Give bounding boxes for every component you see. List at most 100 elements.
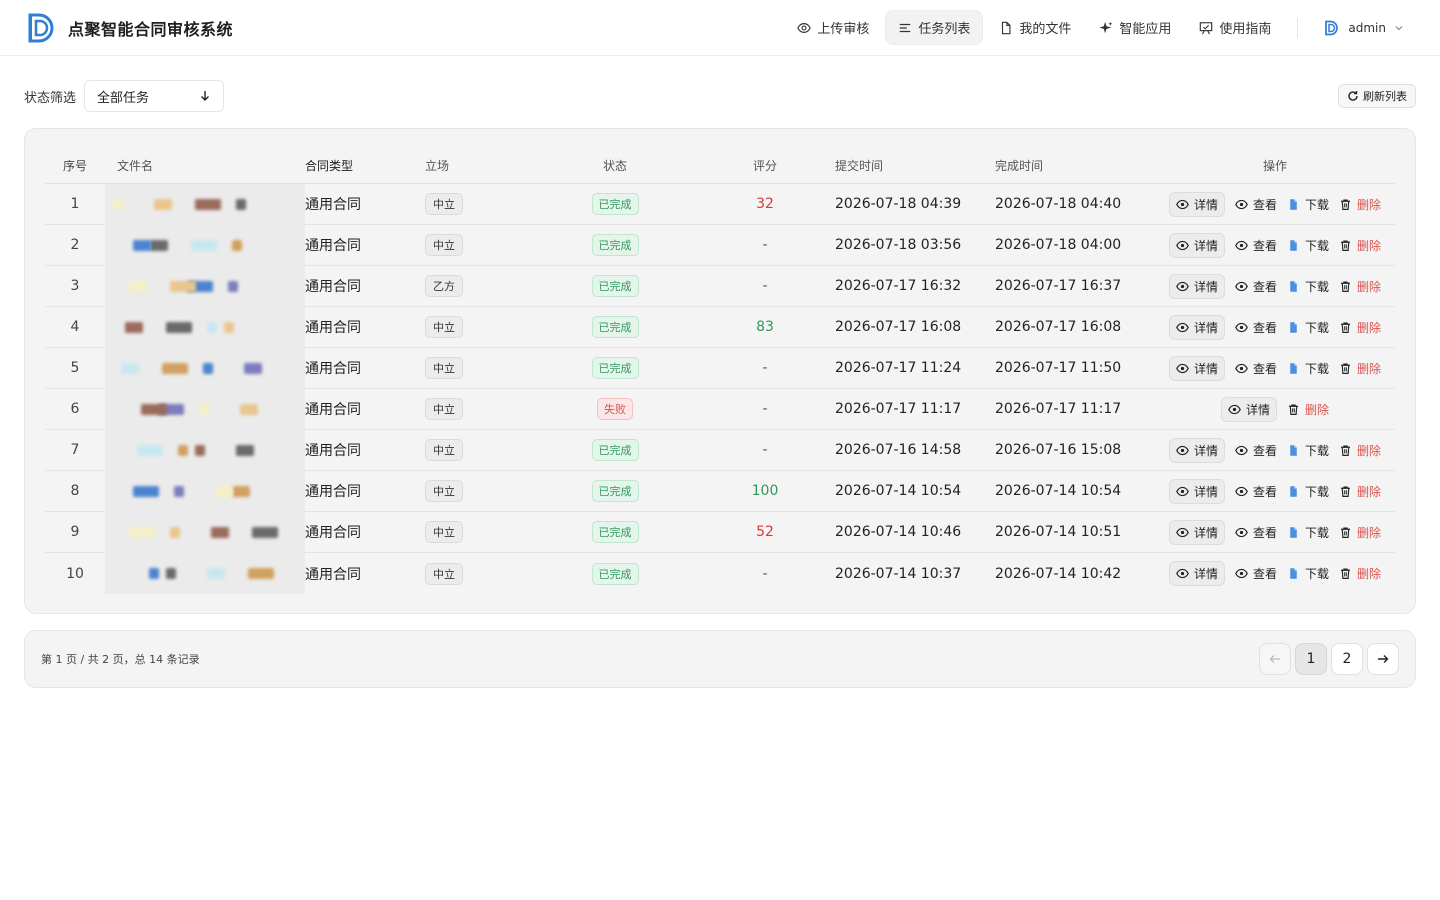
nav-user-guide[interactable]: 使用指南 — [1187, 11, 1283, 44]
position-badge: 中立 — [425, 439, 463, 461]
document-icon — [1290, 568, 1297, 579]
delete-button[interactable]: 删除 — [1339, 442, 1381, 459]
trash-icon — [1341, 239, 1350, 251]
view-button[interactable]: 查看 — [1235, 524, 1277, 541]
nav-my-files[interactable]: 我的文件 — [987, 11, 1083, 44]
nav-task-list[interactable]: 任务列表 — [885, 10, 984, 45]
refresh-list-button[interactable]: 刷新列表 — [1338, 84, 1416, 108]
view-button[interactable]: 查看 — [1235, 319, 1277, 336]
row-no: 5 — [70, 360, 80, 376]
download-button[interactable]: 下载 — [1287, 237, 1329, 254]
delete-button[interactable]: 删除 — [1339, 278, 1381, 295]
user-menu[interactable]: admin — [1312, 20, 1416, 36]
delete-label: 删除 — [1357, 443, 1382, 458]
document-icon — [1290, 485, 1297, 497]
file-name-redacted[interactable] — [105, 553, 305, 594]
table-row[interactable]: 5 通用合同 中立 已完成 - 2026-07-17 11:24 2026-07-17 11… — [45, 347, 1395, 389]
download-button[interactable]: 下载 — [1287, 360, 1329, 377]
detail-button[interactable]: 详情 — [1168, 437, 1225, 463]
file-name-redacted[interactable] — [105, 183, 305, 225]
row-no: 9 — [70, 524, 80, 540]
file-name-redacted[interactable] — [105, 265, 305, 307]
table-row[interactable]: 1 通用合同 中立 已完成 32 2026-07-18 04:39 2026-07-18 0… — [45, 183, 1395, 225]
position-badge: 中立 — [425, 398, 463, 420]
trash-icon — [1289, 403, 1298, 415]
table-row[interactable]: 9 通用合同 中立 已完成 52 2026-07-14 10:46 2026-07-14 1… — [45, 511, 1395, 553]
file-name-redacted[interactable] — [105, 470, 305, 512]
view-button[interactable]: 查看 — [1235, 278, 1277, 295]
eye-icon — [1235, 199, 1248, 209]
file-name-redacted[interactable] — [105, 224, 305, 266]
download-button[interactable]: 下载 — [1287, 278, 1329, 295]
detail-button[interactable]: 详情 — [1168, 314, 1225, 340]
status-filter-select[interactable]: 全部任务 — [84, 80, 225, 112]
table-row[interactable]: 7 通用合同 中立 已完成 - 2026-07-16 14:58 2026-07-16 15… — [45, 429, 1395, 471]
submit-time: 2026-07-14 10:54 — [835, 483, 962, 499]
header-status: 状态 — [602, 158, 627, 173]
file-name-redacted[interactable] — [105, 388, 305, 430]
nav-upload-review[interactable]: 上传审核 — [785, 11, 881, 44]
download-button[interactable]: 下载 — [1287, 442, 1329, 459]
download-button[interactable]: 下载 — [1287, 483, 1329, 500]
redacted-block — [133, 239, 151, 251]
view-button[interactable]: 查看 — [1235, 360, 1277, 377]
download-button[interactable]: 下载 — [1287, 319, 1329, 336]
table-row[interactable]: 8 通用合同 中立 已完成 100 2026-07-14 10:54 2026-07-14 … — [45, 470, 1395, 512]
detail-button[interactable]: 详情 — [1220, 396, 1277, 422]
detail-button[interactable]: 详情 — [1168, 478, 1225, 504]
table-row[interactable]: 2 通用合同 中立 已完成 - 2026-07-18 03:56 2026-07-18 04… — [45, 224, 1395, 266]
eye-icon — [1176, 445, 1189, 455]
row-actions: 详情 查看 下载 删除 — [1155, 232, 1395, 258]
file-name-redacted[interactable] — [105, 347, 305, 389]
view-button[interactable]: 查看 — [1235, 483, 1277, 500]
page-button-1[interactable]: 1 — [1295, 643, 1327, 675]
table-row[interactable]: 3 通用合同 乙方 已完成 - 2026-07-17 16:32 2026-07-17 16… — [45, 265, 1395, 307]
detail-button[interactable]: 详情 — [1168, 519, 1225, 545]
view-button[interactable]: 查看 — [1235, 565, 1277, 582]
download-button[interactable]: 下载 — [1287, 524, 1329, 541]
table-row[interactable]: 6 通用合同 中立 失败 - 2026-07-17 11:17 2026-07-17 11:… — [45, 388, 1395, 430]
eye-icon — [1176, 486, 1189, 496]
view-button[interactable]: 查看 — [1235, 196, 1277, 213]
download-label: 下载 — [1305, 443, 1330, 458]
delete-button[interactable]: 删除 — [1339, 196, 1381, 213]
detail-button[interactable]: 详情 — [1168, 232, 1225, 258]
prev-page-button[interactable] — [1259, 643, 1291, 675]
download-button[interactable]: 下载 — [1287, 565, 1329, 582]
detail-button[interactable]: 详情 — [1168, 191, 1225, 217]
header-submit-time: 提交时间 — [835, 158, 884, 173]
delete-button[interactable]: 删除 — [1339, 360, 1381, 377]
file-name-redacted[interactable] — [105, 306, 305, 348]
file-name-redacted[interactable] — [105, 429, 305, 471]
nav-smart-apps[interactable]: 智能应用 — [1087, 11, 1183, 44]
delete-button[interactable]: 删除 — [1339, 319, 1381, 336]
table-row[interactable]: 4 通用合同 中立 已完成 83 2026-07-17 16:08 2026-07-17 1… — [45, 306, 1395, 348]
brand[interactable]: 点聚智能合同审核系统 — [26, 12, 233, 44]
redacted-block — [141, 403, 167, 415]
score-value: - — [762, 278, 768, 294]
detail-button[interactable]: 详情 — [1168, 355, 1225, 381]
delete-button[interactable]: 删除 — [1339, 483, 1381, 500]
delete-button[interactable]: 删除 — [1287, 401, 1329, 418]
file-name-redacted[interactable] — [105, 511, 305, 553]
view-label: 查看 — [1252, 484, 1277, 499]
header-file: 文件名 — [117, 158, 154, 173]
detail-button[interactable]: 详情 — [1168, 273, 1225, 299]
download-button[interactable]: 下载 — [1287, 196, 1329, 213]
row-no: 2 — [70, 237, 80, 253]
detail-button[interactable]: 详情 — [1168, 561, 1225, 586]
delete-button[interactable]: 删除 — [1339, 565, 1381, 582]
detail-label: 详情 — [1193, 361, 1218, 376]
delete-button[interactable]: 删除 — [1339, 237, 1381, 254]
redacted-block — [232, 239, 242, 251]
table-row[interactable]: 10 通用合同 中立 已完成 - 2026-07-14 10:37 2026-07-14 1… — [45, 553, 1395, 594]
status-badge: 已完成 — [591, 357, 639, 379]
view-button[interactable]: 查看 — [1235, 237, 1277, 254]
next-page-button[interactable] — [1367, 643, 1399, 675]
document-icon — [1290, 526, 1297, 538]
delete-button[interactable]: 删除 — [1339, 524, 1381, 541]
page-button-2[interactable]: 2 — [1331, 643, 1363, 675]
row-no: 7 — [70, 442, 80, 458]
eye-icon — [1235, 568, 1248, 579]
view-button[interactable]: 查看 — [1235, 442, 1277, 459]
